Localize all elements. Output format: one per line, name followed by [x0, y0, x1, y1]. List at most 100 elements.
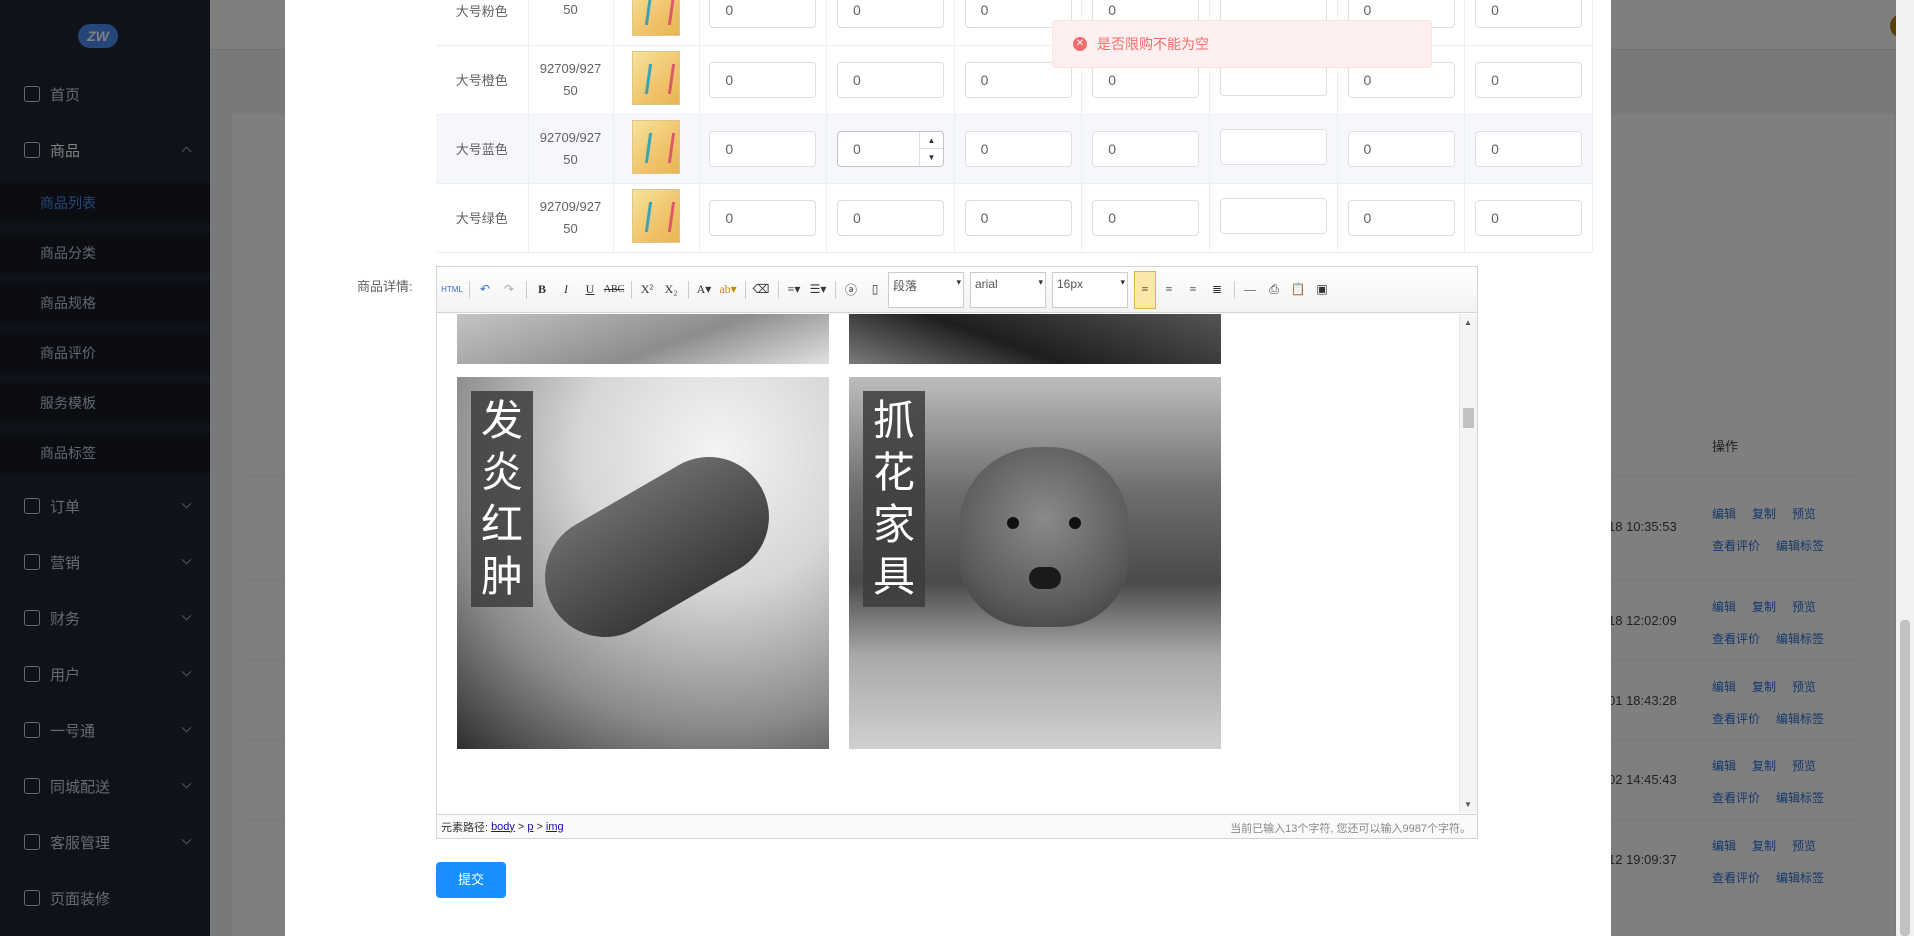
- char-count: 当前已输入13个字符, 您还可以输入9987个字符。: [1230, 823, 1471, 835]
- path-img-link[interactable]: img: [546, 821, 564, 833]
- insert-link-icon[interactable]: ⓐ: [840, 279, 862, 301]
- table-row: 大号蓝色 92709/927 50 0 0 ▲ ▼ 0 0 0 0: [436, 114, 1593, 184]
- sku-code-line2: 50: [563, 82, 578, 98]
- sku-input[interactable]: 0: [1092, 130, 1200, 167]
- sku-input[interactable]: 0: [1347, 130, 1455, 167]
- toast-message: 是否限购不能为空: [1097, 36, 1209, 52]
- sku-image-cell: [613, 0, 700, 46]
- sku-input[interactable]: 0: [836, 0, 944, 29]
- sku-thumbnail[interactable]: [632, 189, 680, 243]
- redo-icon[interactable]: ↷: [498, 279, 520, 301]
- sku-code-line2: 50: [563, 2, 578, 18]
- sku-input[interactable]: 0: [964, 130, 1072, 167]
- bold-icon[interactable]: B: [531, 279, 553, 301]
- sku-code-line1: 92709/927: [539, 129, 602, 145]
- sku-code: 92709/927 50: [528, 114, 614, 184]
- highlight-icon[interactable]: ab▾: [717, 279, 739, 301]
- rich-text-editor: HTML ↶ ↷ B I U ABC X² X₂ A▾ ab▾ ⌫ ≡▾ ☰▾ …: [436, 266, 1478, 839]
- align-right-icon[interactable]: ≡: [1182, 279, 1204, 301]
- product-edit-modal: 大号粉色 50 0 0 0 0 0 0 大号橙色 92709/927 50 0 0…: [285, 0, 1611, 936]
- number-stepper[interactable]: ▲ ▼: [918, 131, 943, 166]
- sku-input[interactable]: 0: [836, 199, 944, 236]
- ordered-list-icon[interactable]: ≡▾: [783, 279, 805, 301]
- align-center-icon[interactable]: ≡: [1158, 279, 1180, 301]
- sku-input[interactable]: 0: [1475, 199, 1583, 236]
- content-image-paw[interactable]: 发炎红肿: [457, 377, 829, 749]
- table-row: 大号绿色 92709/927 50 0 0 0 0 0 0: [436, 183, 1593, 253]
- eraser-icon[interactable]: ⌫: [750, 279, 772, 301]
- underline-icon[interactable]: U: [579, 279, 601, 301]
- sku-name: 大号粉色: [436, 0, 529, 46]
- sku-input[interactable]: [1219, 129, 1327, 165]
- content-image-dog[interactable]: 抓花家具: [849, 377, 1221, 749]
- path-p-link[interactable]: p: [527, 821, 533, 833]
- font-family-select[interactable]: arial: [970, 271, 1046, 308]
- font-color-icon[interactable]: A▾: [693, 279, 715, 301]
- italic-icon[interactable]: I: [555, 279, 577, 301]
- editor-scrollbar[interactable]: ▲ ▼: [1459, 314, 1477, 813]
- sku-name: 大号橙色: [436, 45, 529, 115]
- content-image[interactable]: [849, 314, 1221, 364]
- sku-input[interactable]: 0: [1475, 0, 1583, 29]
- error-toast: ✕ 是否限购不能为空: [1052, 20, 1432, 68]
- sku-name: 大号蓝色: [436, 114, 529, 184]
- sku-input[interactable]: 0: [709, 61, 817, 98]
- stepper-up-icon[interactable]: ▲: [919, 132, 943, 149]
- sku-code-line2: 50: [563, 151, 578, 167]
- sku-input[interactable]: 0: [1092, 199, 1200, 236]
- superscript-icon[interactable]: X²: [636, 279, 658, 301]
- editor-toolbar: HTML ↶ ↷ B I U ABC X² X₂ A▾ ab▾ ⌫ ≡▾ ☰▾ …: [437, 267, 1477, 313]
- sku-input[interactable]: 0: [709, 130, 817, 167]
- error-icon: ✕: [1073, 37, 1087, 51]
- stepper-down-icon[interactable]: ▼: [920, 149, 943, 166]
- sku-code: 92709/927 50: [528, 45, 614, 115]
- scroll-thumb[interactable]: [1463, 408, 1474, 428]
- sku-stepper-input[interactable]: 0 ▲ ▼: [836, 130, 944, 167]
- unordered-list-icon[interactable]: ☰▾: [807, 279, 829, 301]
- document-icon[interactable]: ▯: [864, 279, 886, 301]
- content-image[interactable]: [457, 314, 829, 364]
- sku-input-value: 0: [852, 140, 861, 157]
- editor-label: 商品详情:: [357, 279, 413, 294]
- sku-input[interactable]: 0: [709, 0, 817, 29]
- sku-thumbnail[interactable]: [632, 0, 680, 36]
- sku-input[interactable]: 0: [1475, 61, 1583, 98]
- sku-input[interactable]: 0: [964, 199, 1072, 236]
- sku-input[interactable]: 0: [1347, 199, 1455, 236]
- sku-thumbnail[interactable]: [632, 51, 680, 105]
- align-justify-icon[interactable]: ≣: [1206, 279, 1228, 301]
- sku-code-line2: 50: [563, 220, 578, 236]
- sku-input[interactable]: 0: [1475, 130, 1583, 167]
- sku-input[interactable]: 0: [836, 61, 944, 98]
- sku-thumbnail[interactable]: [632, 120, 680, 174]
- print-icon[interactable]: ⎙: [1263, 279, 1285, 301]
- sku-input[interactable]: [1219, 198, 1327, 234]
- page-scrollbar[interactable]: [1896, 0, 1914, 936]
- paste-icon[interactable]: 📋: [1287, 279, 1309, 301]
- font-size-select[interactable]: 16px: [1052, 271, 1128, 308]
- editor-statusbar: 元素路径: body > p > img 当前已输入13个字符, 您还可以输入998…: [437, 814, 1477, 838]
- editor-content[interactable]: 发炎红肿 抓花家具: [437, 314, 1457, 813]
- sku-code: 50: [528, 0, 614, 46]
- sku-image-cell: [613, 45, 700, 115]
- page-scroll-thumb[interactable]: [1900, 620, 1910, 936]
- undo-icon[interactable]: ↶: [474, 279, 496, 301]
- html-source-icon[interactable]: HTML: [441, 279, 463, 301]
- subscript-icon[interactable]: X₂: [660, 279, 682, 301]
- sku-code-line1: 92709/927: [539, 60, 602, 76]
- paragraph-select[interactable]: 段落: [888, 271, 964, 308]
- horizontal-rule-icon[interactable]: —: [1239, 279, 1261, 301]
- scroll-up-icon[interactable]: ▲: [1464, 318, 1472, 327]
- insert-image-icon[interactable]: ▣: [1311, 279, 1333, 301]
- sku-image-cell: [613, 114, 700, 184]
- align-left-icon[interactable]: ≡: [1134, 270, 1156, 309]
- element-path-label: 元素路径:: [441, 821, 489, 834]
- path-body-link[interactable]: body: [491, 821, 515, 833]
- strikethrough-icon[interactable]: ABC: [603, 279, 625, 301]
- scroll-down-icon[interactable]: ▼: [1464, 800, 1472, 809]
- sku-image-cell: [613, 183, 700, 253]
- image-caption: 抓花家具: [863, 391, 925, 607]
- sku-input[interactable]: 0: [709, 199, 817, 236]
- submit-button[interactable]: 提交: [436, 862, 506, 898]
- sku-code-line1: 92709/927: [539, 198, 602, 214]
